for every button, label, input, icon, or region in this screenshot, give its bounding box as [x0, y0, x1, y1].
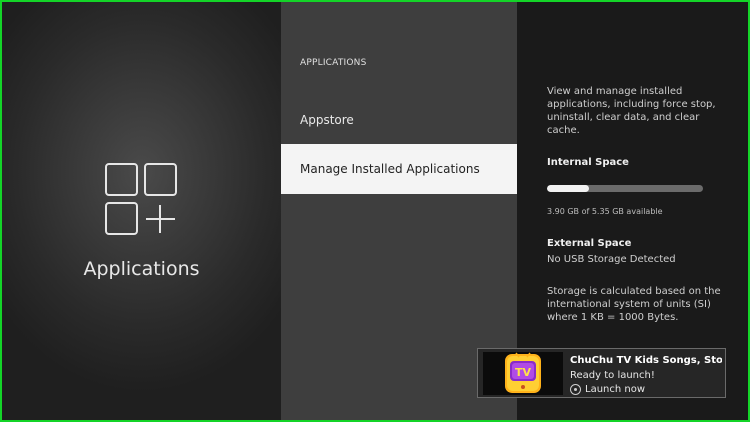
- launch-notification[interactable]: TV ChuChu TV Kids Songs, Stories Ready t…: [477, 348, 726, 398]
- external-space-value: No USB Storage Detected: [547, 254, 676, 265]
- external-space-label: External Space: [547, 238, 632, 249]
- category-title: Applications: [83, 258, 200, 280]
- category-panel: Applications: [2, 2, 281, 420]
- internal-storage-fill: [547, 185, 590, 192]
- description-text: View and manage installed applications, …: [547, 86, 716, 136]
- menu-item-label: Manage Installed Applications: [300, 162, 480, 176]
- section-header: APPLICATIONS: [300, 58, 367, 68]
- svg-text:TV: TV: [515, 366, 532, 379]
- internal-storage-bar: [547, 185, 703, 192]
- apps-grid-plus-icon: [102, 160, 180, 238]
- notification-title: ChuChu TV Kids Songs, Stories: [570, 355, 722, 366]
- chuchu-tv-app-icon: TV: [505, 352, 541, 393]
- internal-space-label: Internal Space: [547, 157, 629, 168]
- internal-space-available: 3.90 GB of 5.35 GB available: [547, 207, 663, 216]
- settings-screen: Applications APPLICATIONS Appstore Manag…: [2, 2, 748, 420]
- launch-now-label: Launch now: [585, 384, 646, 395]
- launch-now-button[interactable]: Launch now: [570, 384, 645, 395]
- select-button-icon: [570, 384, 581, 395]
- menu-item-label: Appstore: [300, 113, 354, 127]
- menu-item-appstore[interactable]: Appstore: [281, 95, 517, 145]
- app-thumbnail: TV: [483, 352, 563, 395]
- menu-item-manage-installed-applications[interactable]: Manage Installed Applications: [281, 144, 517, 194]
- storage-note: Storage is calculated based on the inter…: [547, 286, 721, 323]
- notification-status: Ready to launch!: [570, 370, 655, 381]
